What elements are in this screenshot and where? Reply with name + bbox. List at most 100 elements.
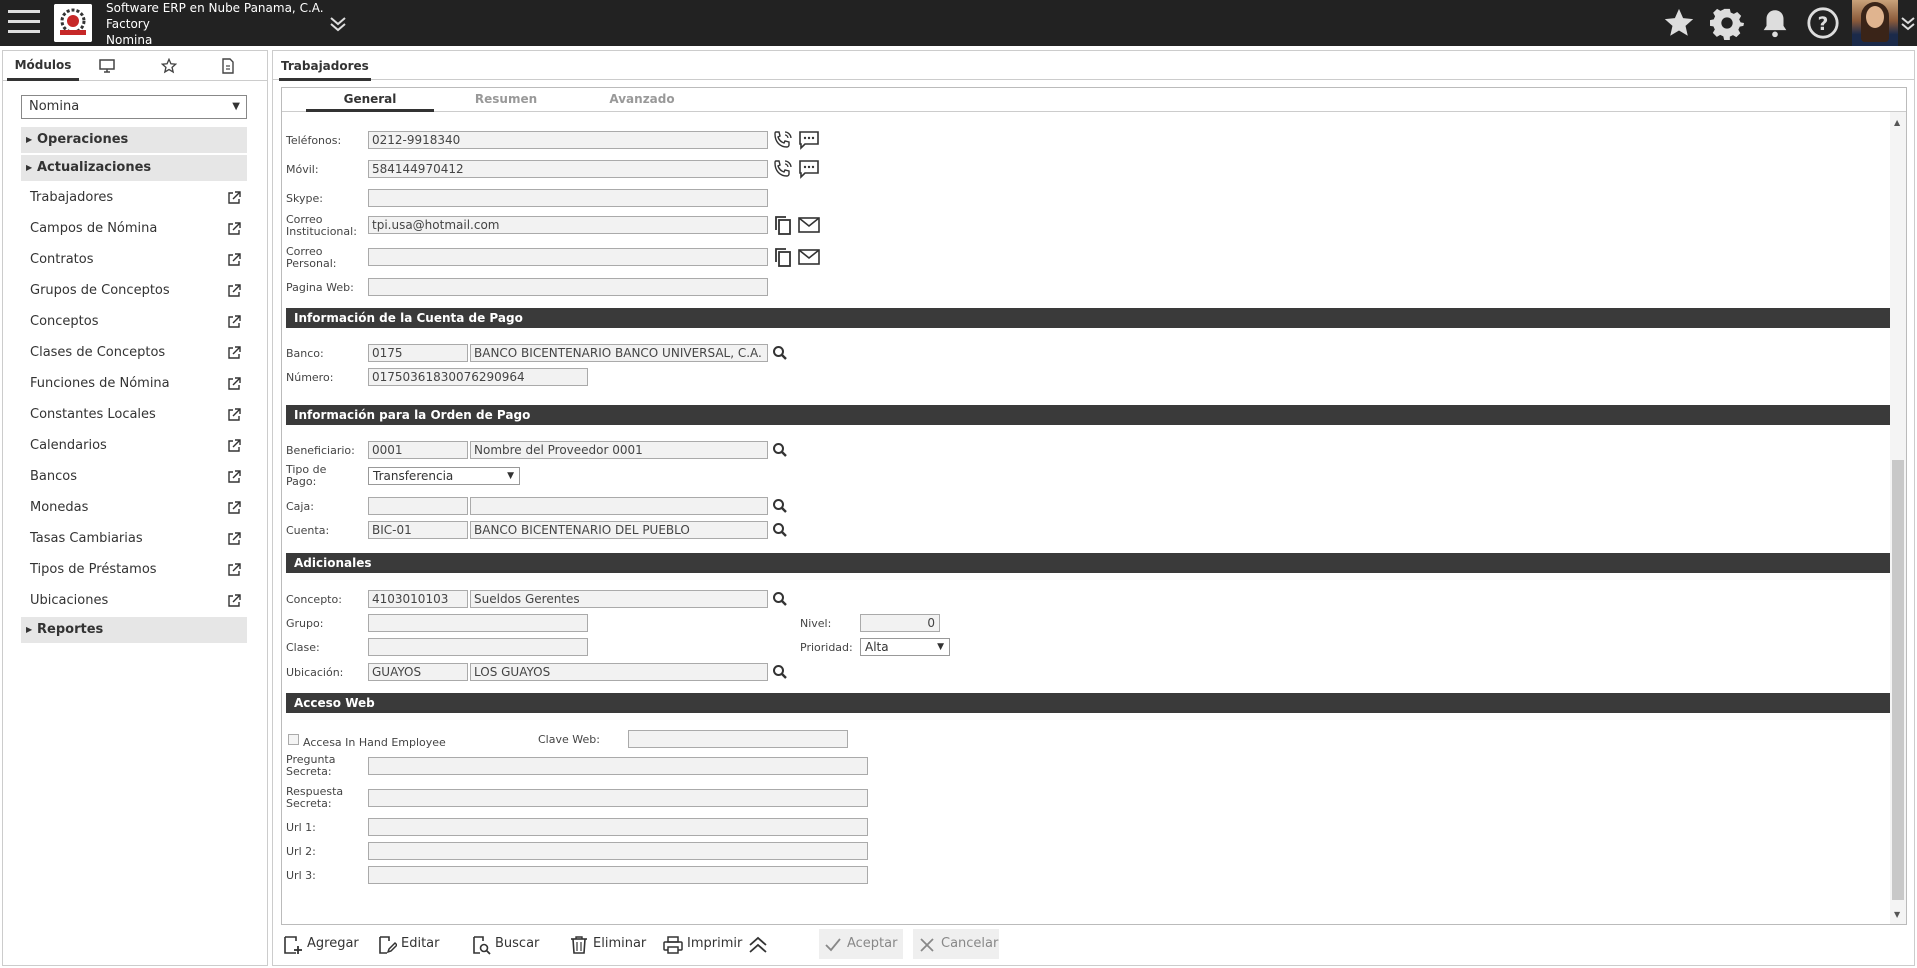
skype-field[interactable] <box>368 189 768 207</box>
buscar-button[interactable]: Buscar <box>471 929 541 959</box>
tab-modulos[interactable]: Módulos <box>7 51 79 81</box>
clase-field[interactable] <box>368 638 588 656</box>
grupo-field[interactable] <box>368 614 588 632</box>
aceptar-button[interactable]: Aceptar <box>819 929 903 959</box>
sidebar-item-grupos-de-conceptos[interactable]: Grupos de Conceptos <box>21 276 247 306</box>
banco-name-field[interactable]: BANCO BICENTENARIO BANCO UNIVERSAL, C.A. <box>470 344 768 362</box>
editar-button[interactable]: Editar <box>377 929 441 959</box>
correo-institucional-field[interactable]: tpi.usa@hotmail.com <box>368 216 768 234</box>
url3-field[interactable] <box>368 866 868 884</box>
sidebar-item-tasas-cambiarias[interactable]: Tasas Cambiarias <box>21 524 247 554</box>
mail-icon[interactable] <box>798 217 820 233</box>
banco-code-field[interactable]: 0175 <box>368 344 468 362</box>
double-chevron-down-icon[interactable] <box>326 12 350 36</box>
external-link-icon[interactable] <box>227 253 241 267</box>
beneficiario-name-field[interactable]: Nombre del Proveedor 0001 <box>470 441 768 459</box>
agregar-button[interactable]: Agregar <box>283 929 359 959</box>
external-link-icon[interactable] <box>227 315 241 329</box>
scroll-up-icon[interactable]: ▲ <box>1894 118 1900 127</box>
subtab-resumen[interactable]: Resumen <box>442 88 570 112</box>
star-outline-icon[interactable] <box>161 58 177 74</box>
clave-web-field[interactable] <box>628 730 848 748</box>
group-operaciones[interactable]: ▶ Operaciones <box>21 127 247 153</box>
nivel-field[interactable]: 0 <box>860 614 940 632</box>
chevron-down-icon[interactable] <box>1900 14 1916 32</box>
scroll-down-icon[interactable]: ▼ <box>1894 910 1900 919</box>
subtab-general[interactable]: General <box>306 88 434 112</box>
sidebar-item-funciones-de-nomina[interactable]: Funciones de Nómina <box>21 369 247 399</box>
search-icon[interactable] <box>772 498 788 514</box>
correo-personal-field[interactable] <box>368 248 768 266</box>
scrollbar-thumb[interactable] <box>1892 460 1904 900</box>
sidebar-item-clases-de-conceptos[interactable]: Clases de Conceptos <box>21 338 247 368</box>
concepto-name-field[interactable]: Sueldos Gerentes <box>470 590 768 608</box>
monitor-icon[interactable] <box>99 59 115 73</box>
ubicacion-name-field[interactable]: LOS GUAYOS <box>470 663 768 681</box>
sidebar-item-contratos[interactable]: Contratos <box>21 245 247 275</box>
external-link-icon[interactable] <box>227 532 241 546</box>
external-link-icon[interactable] <box>227 563 241 577</box>
phone-call-icon[interactable] <box>772 159 794 179</box>
sidebar-item-conceptos[interactable]: Conceptos <box>21 307 247 337</box>
phone-call-icon[interactable] <box>772 130 794 150</box>
external-link-icon[interactable] <box>227 191 241 205</box>
message-icon[interactable] <box>798 130 820 150</box>
sidebar-item-tipos-de-prestamos[interactable]: Tipos de Préstamos <box>21 555 247 585</box>
ubicacion-code-field[interactable]: GUAYOS <box>368 663 468 681</box>
accesa-checkbox[interactable] <box>288 734 299 745</box>
vertical-scrollbar[interactable]: ▲ ▼ <box>1890 112 1906 924</box>
caja-name-field[interactable] <box>470 497 768 515</box>
module-select[interactable]: Nomina ▼ <box>21 95 247 119</box>
url1-field[interactable] <box>368 818 868 836</box>
star-icon[interactable] <box>1662 6 1696 40</box>
movil-field[interactable]: 584144970412 <box>368 160 768 178</box>
search-icon[interactable] <box>772 345 788 361</box>
external-link-icon[interactable] <box>227 594 241 608</box>
copy-icon[interactable] <box>774 215 792 235</box>
eliminar-button[interactable]: Eliminar <box>569 929 647 959</box>
copy-icon[interactable] <box>774 247 792 267</box>
tab-trabajadores[interactable]: Trabajadores <box>279 55 371 81</box>
sidebar-item-trabajadores[interactable]: Trabajadores <box>21 183 247 213</box>
external-link-icon[interactable] <box>227 408 241 422</box>
pagina-web-field[interactable] <box>368 278 768 296</box>
double-chevron-up-icon[interactable] <box>747 935 769 955</box>
external-link-icon[interactable] <box>227 501 241 515</box>
cuenta-name-field[interactable]: BANCO BICENTENARIO DEL PUEBLO <box>470 521 768 539</box>
sidebar-item-bancos[interactable]: Bancos <box>21 462 247 492</box>
sidebar-item-monedas[interactable]: Monedas <box>21 493 247 523</box>
group-reportes[interactable]: ▶ Reportes <box>21 617 247 643</box>
search-icon[interactable] <box>772 664 788 680</box>
external-link-icon[interactable] <box>227 346 241 360</box>
help-circle-icon[interactable]: ? <box>1806 6 1840 40</box>
external-link-icon[interactable] <box>227 377 241 391</box>
prioridad-select[interactable]: Alta ▼ <box>860 638 950 656</box>
numero-field[interactable]: 01750361830076290964 <box>368 368 588 386</box>
mail-icon[interactable] <box>798 249 820 265</box>
sidebar-item-ubicaciones[interactable]: Ubicaciones <box>21 586 247 616</box>
external-link-icon[interactable] <box>227 284 241 298</box>
external-link-icon[interactable] <box>227 470 241 484</box>
user-avatar[interactable] <box>1852 0 1898 46</box>
url2-field[interactable] <box>368 842 868 860</box>
imprimir-button[interactable]: Imprimir <box>663 929 743 959</box>
external-link-icon[interactable] <box>227 222 241 236</box>
beneficiario-code-field[interactable]: 0001 <box>368 441 468 459</box>
subtab-avanzado[interactable]: Avanzado <box>578 88 706 112</box>
telefonos-field[interactable]: 0212-9918340 <box>368 131 768 149</box>
sidebar-item-constantes-locales[interactable]: Constantes Locales <box>21 400 247 430</box>
caja-code-field[interactable] <box>368 497 468 515</box>
respuesta-secreta-field[interactable] <box>368 789 868 807</box>
cancelar-button[interactable]: Cancelar <box>913 929 999 959</box>
bell-icon[interactable] <box>1758 6 1792 40</box>
cuenta-code-field[interactable]: BIC-01 <box>368 521 468 539</box>
concepto-code-field[interactable]: 4103010103 <box>368 590 468 608</box>
external-link-icon[interactable] <box>227 439 241 453</box>
group-actualizaciones[interactable]: ▶ Actualizaciones <box>21 155 247 181</box>
search-icon[interactable] <box>772 522 788 538</box>
search-icon[interactable] <box>772 591 788 607</box>
gear-icon[interactable] <box>1710 6 1744 40</box>
search-icon[interactable] <box>772 442 788 458</box>
sidebar-item-calendarios[interactable]: Calendarios <box>21 431 247 461</box>
pregunta-secreta-field[interactable] <box>368 757 868 775</box>
